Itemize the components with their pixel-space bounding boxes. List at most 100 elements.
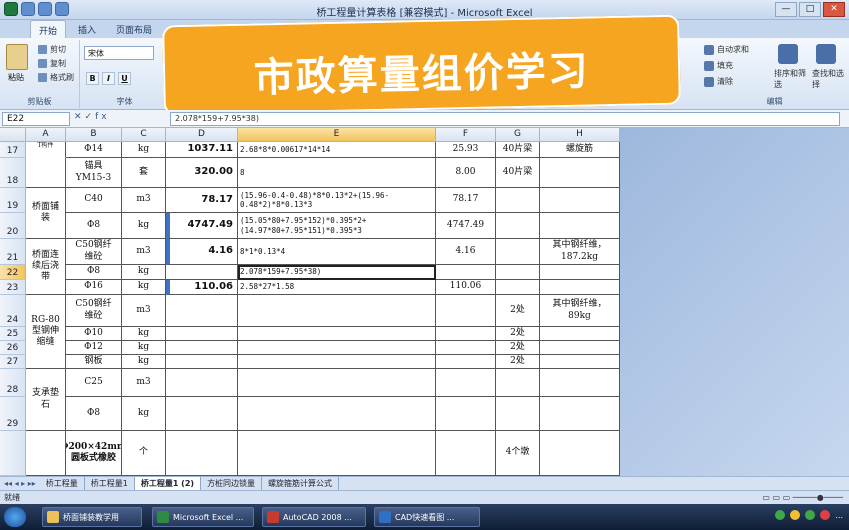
row-header[interactable]: 18 — [0, 158, 26, 188]
clock[interactable]: ... — [835, 511, 843, 520]
cell-a17[interactable]: T构件 — [26, 142, 66, 158]
cell-g23[interactable] — [496, 280, 540, 295]
cell-h29[interactable] — [540, 397, 620, 431]
bold-button[interactable]: B — [86, 72, 99, 85]
cell-g18[interactable]: 40片梁 — [496, 158, 540, 188]
cell-c23[interactable]: kg — [122, 280, 166, 295]
row-header[interactable]: 29 — [0, 397, 26, 431]
cell-c26[interactable]: kg — [122, 341, 166, 355]
row-header[interactable]: 22 — [0, 265, 26, 280]
maximize-button[interactable]: □ — [799, 2, 821, 17]
taskbar-item-cad-viewer[interactable]: CAD快速看图 ... — [374, 507, 480, 527]
cell-e29[interactable] — [238, 397, 436, 431]
sheet-tab[interactable]: 桥工程量1 — [85, 477, 135, 490]
cell-c30[interactable]: 个 — [122, 431, 166, 476]
cell-f20[interactable]: 4747.49 — [436, 213, 496, 239]
cell-g17[interactable]: 40片梁 — [496, 142, 540, 158]
sheet-nav-buttons[interactable]: ◂◂ ◂ ▸ ▸▸ — [0, 479, 40, 488]
sort-filter-icon[interactable] — [778, 44, 798, 64]
fill-button[interactable]: 填充 — [704, 60, 733, 71]
cell-h20[interactable] — [540, 213, 620, 239]
cell-b28[interactable]: C25 — [66, 369, 122, 397]
sort-filter-label[interactable]: 排序和筛选 — [774, 68, 810, 90]
cell-b18[interactable]: 锚具YM15-3 — [66, 158, 122, 188]
cell-d21[interactable]: 4.16 — [166, 239, 238, 265]
cell-h25[interactable] — [540, 327, 620, 341]
cell-c25[interactable]: kg — [122, 327, 166, 341]
row-header[interactable]: 17 — [0, 142, 26, 158]
cell-e24[interactable] — [238, 295, 436, 327]
cell-a24[interactable]: RG-80型钢伸缩缝 — [26, 295, 66, 369]
cell-c27[interactable]: kg — [122, 355, 166, 369]
cell-e23[interactable]: 2.58*27*1.58 — [238, 280, 436, 295]
cell-d28[interactable] — [166, 369, 238, 397]
cell-d19[interactable]: 78.17 — [166, 188, 238, 213]
cell-e17[interactable]: 2.68*8*0.00617*14*14 — [238, 142, 436, 158]
cell-h21[interactable]: 其中钢纤维，187.2kg — [540, 239, 620, 265]
cell-f26[interactable] — [436, 341, 496, 355]
cell-b23[interactable]: Φ16 — [66, 280, 122, 295]
cell-b30[interactable]: Φ200×42mm圆板式橡胶 — [66, 431, 122, 476]
formula-input[interactable]: 2.078*159+7.95*38) — [170, 112, 840, 126]
cell-e18[interactable]: 8 — [238, 158, 436, 188]
cell-c19[interactable]: m3 — [122, 188, 166, 213]
cell-b20[interactable]: Φ8 — [66, 213, 122, 239]
cell-d25[interactable] — [166, 327, 238, 341]
cell-a18[interactable] — [26, 158, 66, 188]
cell-d30[interactable] — [166, 431, 238, 476]
cell-g29[interactable] — [496, 397, 540, 431]
sheet-tab[interactable]: 螺旋箍筋计算公式 — [262, 477, 340, 490]
cell-g19[interactable] — [496, 188, 540, 213]
paste-label[interactable]: 粘贴 — [8, 72, 24, 83]
cell-c17[interactable]: kg — [122, 142, 166, 158]
row-header[interactable]: 25 — [0, 327, 26, 341]
sheet-tab[interactable]: 方桩同边锁量 — [201, 477, 263, 490]
cell-f29[interactable] — [436, 397, 496, 431]
sheet-tab[interactable]: 桥工程量 — [40, 477, 85, 490]
copy-button[interactable]: 复制 — [38, 58, 66, 69]
row-header[interactable]: 26 — [0, 341, 26, 355]
paste-icon[interactable] — [6, 44, 28, 70]
column-header-b[interactable]: B — [66, 128, 122, 142]
fx-icon[interactable]: ✕✓fx — [74, 112, 110, 122]
cell-d20[interactable]: 4747.49 — [166, 213, 238, 239]
cell-h23[interactable] — [540, 280, 620, 295]
cell-f28[interactable] — [436, 369, 496, 397]
cell-h30[interactable] — [540, 431, 620, 476]
cell-e19[interactable]: (15.96-0.4-0.48)*8*0.13*2+(15.96-0.48*2)… — [238, 188, 436, 213]
cell-c18[interactable]: 套 — [122, 158, 166, 188]
cell-e25[interactable] — [238, 327, 436, 341]
cell-h17[interactable]: 螺旋筋 — [540, 142, 620, 158]
find-select-icon[interactable] — [816, 44, 836, 64]
cell-a19[interactable]: 桥面铺装 — [26, 188, 66, 239]
autosum-button[interactable]: 自动求和 — [704, 44, 749, 55]
column-header-a[interactable]: A — [26, 128, 66, 142]
cell-a28[interactable]: 支承垫石 — [26, 369, 66, 431]
cell-d29[interactable] — [166, 397, 238, 431]
cell-g24[interactable]: 2处 — [496, 295, 540, 327]
row-header[interactable]: 20 — [0, 213, 26, 239]
select-all-corner[interactable] — [0, 128, 26, 142]
cell-e22-active[interactable]: 2.078*159+7.95*38) — [238, 265, 436, 280]
cell-b27[interactable]: 钢板 — [66, 355, 122, 369]
cell-h24[interactable]: 其中钢纤维，89kg — [540, 295, 620, 327]
row-header[interactable]: 28 — [0, 369, 26, 397]
column-header-d[interactable]: D — [166, 128, 238, 142]
cell-f18[interactable]: 8.00 — [436, 158, 496, 188]
cell-b24[interactable]: C50钢纤维砼 — [66, 295, 122, 327]
column-header-f[interactable]: F — [436, 128, 496, 142]
name-box[interactable]: E22 — [2, 112, 70, 126]
cell-c20[interactable]: kg — [122, 213, 166, 239]
cell-g26[interactable]: 2处 — [496, 341, 540, 355]
cell-f24[interactable] — [436, 295, 496, 327]
cell-h26[interactable] — [540, 341, 620, 355]
tab-insert[interactable]: 插入 — [70, 20, 104, 38]
column-header-c[interactable]: C — [122, 128, 166, 142]
cell-b25[interactable]: Φ10 — [66, 327, 122, 341]
cell-f25[interactable] — [436, 327, 496, 341]
row-header[interactable]: 23 — [0, 280, 26, 295]
cell-e20[interactable]: (15.05*80+7.95*152)*0.395*2+(14.97*80+7.… — [238, 213, 436, 239]
cell-g25[interactable]: 2处 — [496, 327, 540, 341]
cell-c28[interactable]: m3 — [122, 369, 166, 397]
row-header[interactable]: 27 — [0, 355, 26, 369]
